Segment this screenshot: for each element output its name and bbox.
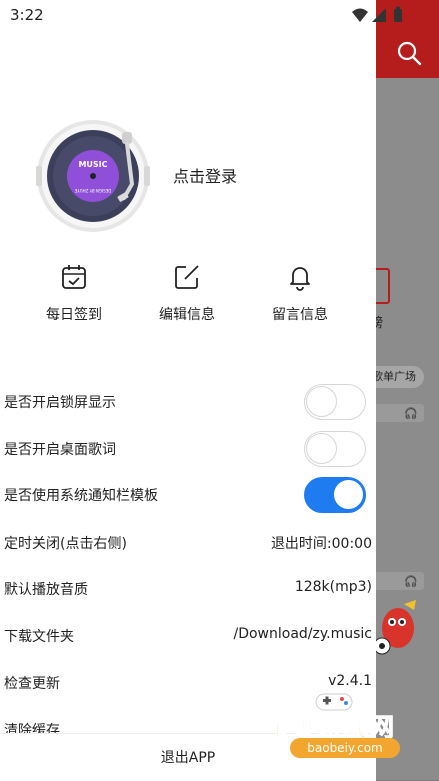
watermark-url: baobeiy.com: [290, 738, 400, 758]
toggle-knob: [306, 433, 337, 464]
status-time: 3:22: [10, 6, 44, 24]
setting-lockscreen[interactable]: 是否开启锁屏显示: [4, 380, 372, 426]
daily-checkin-button[interactable]: 每日签到: [19, 262, 129, 324]
mascot-icon: [373, 600, 416, 655]
lockscreen-toggle[interactable]: [304, 384, 366, 420]
setting-label: 是否使用系统通知栏模板: [4, 488, 158, 504]
messages-label: 留言信息: [272, 307, 328, 323]
toggle-knob: [333, 479, 364, 510]
wifi-icon: [352, 8, 368, 22]
status-icons: [352, 6, 402, 22]
avatar-subtext: DESIGN BY ZHUYE: [74, 188, 111, 193]
toggle-knob: [306, 386, 337, 417]
desktop-lyrics-toggle[interactable]: [304, 431, 366, 467]
setting-label: 定时关闭(点击右侧): [4, 536, 127, 552]
download-folder-value[interactable]: /Download/zy.music: [233, 626, 372, 642]
setting-label: 检查更新: [4, 676, 60, 692]
version-value: v2.4.1: [328, 673, 372, 689]
edit-info-button[interactable]: 编辑信息: [132, 262, 242, 324]
avatar[interactable]: MUSIC DESIGN BY ZHUYE: [34, 118, 152, 234]
navigation-drawer: MUSIC DESIGN BY ZHUYE 点击登录 每日签到 编辑信息 留言信…: [0, 0, 376, 781]
search-icon[interactable]: [396, 40, 422, 66]
setting-label: 是否开启桌面歌词: [4, 442, 116, 458]
messages-button[interactable]: 留言信息: [245, 262, 355, 324]
avatar-word: MUSIC: [78, 160, 107, 169]
sleep-timer-value[interactable]: 退出时间:00:00: [271, 533, 372, 553]
headset-icon: 🎧: [404, 407, 418, 420]
edit-icon: [175, 265, 199, 289]
setting-sleep-timer[interactable]: 定时关闭(点击右侧) 退出时间:00:00: [4, 521, 372, 567]
signal-icon: [372, 8, 386, 22]
notification-template-toggle[interactable]: [304, 477, 366, 513]
daily-checkin-label: 每日签到: [46, 307, 102, 323]
battery-icon: [394, 9, 402, 22]
setting-label: 下载文件夹: [4, 629, 74, 645]
edit-info-label: 编辑信息: [159, 307, 215, 323]
setting-label: 默认播放音质: [4, 582, 88, 598]
setting-audio-quality[interactable]: 默认播放音质 128k(mp3): [4, 567, 372, 613]
setting-notification-template[interactable]: 是否使用系统通知栏模板: [4, 473, 372, 519]
login-link[interactable]: 点击登录: [173, 163, 237, 187]
bell-icon: [290, 267, 310, 291]
calendar-check-icon: [62, 265, 86, 289]
audio-quality-value[interactable]: 128k(mp3): [295, 579, 372, 595]
setting-download-folder[interactable]: 下载文件夹 /Download/zy.music: [4, 614, 372, 660]
headset-icon: 🎧: [404, 575, 418, 588]
setting-desktop-lyrics[interactable]: 是否开启桌面歌词: [4, 427, 372, 473]
setting-label: 是否开启锁屏显示: [4, 395, 116, 411]
